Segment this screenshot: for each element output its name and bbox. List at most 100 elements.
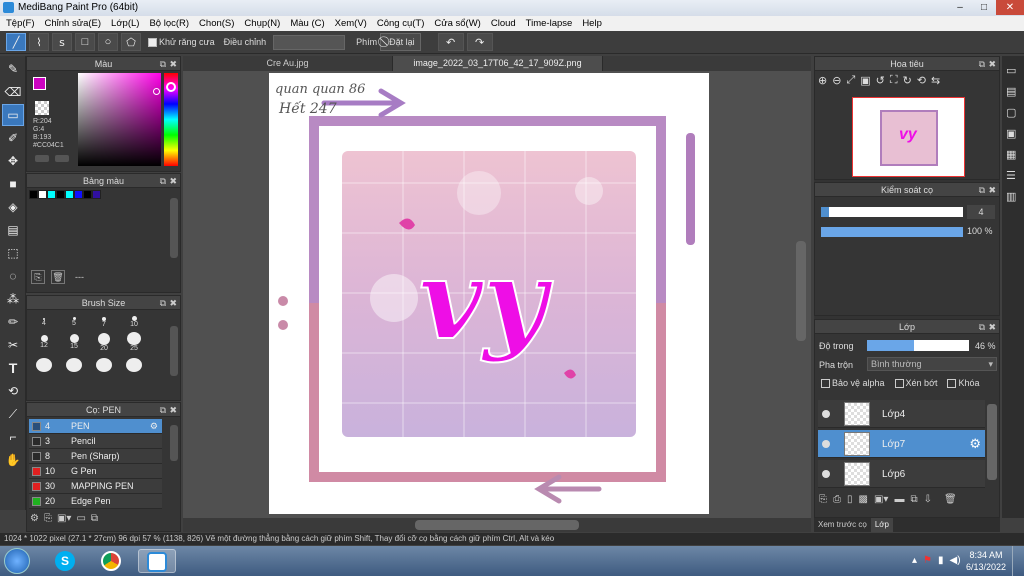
brush-list-item[interactable]: 20 Edge Pen [29, 494, 162, 509]
copy-icon[interactable]: ⧉ [91, 513, 98, 524]
brush-size-slider[interactable] [821, 207, 963, 217]
canvas-document[interactable]: vy quan quan 86 Hết 247 [269, 73, 709, 514]
popout-icon[interactable]: ⧉ [979, 183, 985, 197]
select-eraser-tool[interactable]: ✂ [3, 335, 23, 355]
new-layer-8bit-icon[interactable]: ⎙ [833, 494, 841, 505]
copy-layer-icon[interactable]: ⧉ [910, 494, 917, 505]
grid-icon[interactable]: ▦ [1006, 148, 1020, 161]
text-tool[interactable]: T [3, 358, 23, 378]
zoom-out-icon[interactable]: ⊖ [832, 74, 841, 87]
maximize-button[interactable]: □ [972, 0, 996, 15]
delete-layer-icon[interactable]: 🗑 [944, 494, 957, 505]
color-wheel-button[interactable] [55, 155, 69, 162]
new-layer-1bit-icon[interactable]: ▯ [847, 494, 853, 505]
brush-size-cell[interactable] [89, 352, 119, 372]
panel-toggle-icon[interactable]: ▭ [1006, 64, 1020, 77]
delete-palette-button[interactable]: 🗑 [51, 270, 65, 284]
bucket-tool[interactable]: ◈ [3, 197, 23, 217]
actual-size-icon[interactable]: ▣ [860, 74, 870, 87]
palette-swatch[interactable] [38, 190, 47, 199]
close-icon[interactable]: ✖ [169, 296, 177, 310]
protect-alpha-checkbox[interactable]: Bảo vệ alpha [821, 378, 885, 389]
brush-settings-icon[interactable]: ⚙ [30, 513, 39, 524]
new-brush-icon[interactable]: ⎘ [44, 513, 52, 524]
tray-arrow-icon[interactable]: ▴ [912, 555, 917, 566]
brush-size-cell[interactable]: 4 [29, 312, 59, 332]
popout-icon[interactable]: ⧉ [979, 57, 985, 71]
canvas-horizontal-scrollbar[interactable] [415, 520, 579, 530]
hue-cursor[interactable] [166, 82, 176, 92]
brush-size-cell[interactable] [29, 352, 59, 372]
brush-list-item[interactable]: 30 MAPPING PEN [29, 479, 162, 494]
palette-swatch[interactable] [65, 190, 74, 199]
menu-file[interactable]: Tệp(F) [6, 18, 35, 29]
curve-button[interactable]: ꜱ [52, 33, 72, 51]
menu-edit[interactable]: Chỉnh sửa(E) [45, 18, 102, 29]
popout-icon[interactable]: ⧉ [979, 320, 985, 334]
brush-size-cell[interactable]: 7 [89, 312, 119, 332]
brush-size-scrollbar[interactable] [170, 326, 178, 376]
brush-size-value[interactable]: 4 [967, 205, 995, 219]
layer-scrollbar[interactable] [987, 404, 997, 480]
magic-wand-tool[interactable]: ⁂ [3, 289, 23, 309]
add-brush-icon[interactable]: ▣▾ [57, 513, 71, 524]
new-layer-icon[interactable]: ⎘ [819, 494, 827, 505]
zoom-in-icon[interactable]: ⊕ [818, 74, 827, 87]
palette-swatch[interactable] [47, 190, 56, 199]
taskbar-chrome[interactable] [92, 549, 130, 573]
halftone-layer-icon[interactable]: ▩ [859, 494, 868, 505]
comment-icon[interactable]: ▢ [1006, 106, 1020, 119]
move-tool[interactable]: ✥ [3, 151, 23, 171]
folder-icon[interactable]: ▬ [894, 494, 904, 505]
tab-layer[interactable]: Lớp [870, 518, 893, 532]
close-icon[interactable]: ✖ [169, 403, 177, 417]
tray-network-icon[interactable]: ▮ [938, 555, 944, 566]
material-icon[interactable]: ▣ [1006, 127, 1020, 140]
polyline-button[interactable]: ⌇ [29, 33, 49, 51]
palette-scrollbar[interactable] [170, 198, 178, 258]
brush-list-item[interactable]: 8 Pen (Sharp) [29, 449, 162, 464]
menu-help[interactable]: Help [582, 18, 602, 29]
close-icon[interactable]: ✖ [169, 174, 177, 188]
menu-snap[interactable]: Chụp(N) [244, 18, 280, 29]
ellipse-button[interactable]: ○ [98, 33, 118, 51]
palette-swatch[interactable] [56, 190, 65, 199]
brush-size-cell[interactable]: 12 [29, 332, 59, 352]
eraser-tool[interactable]: ⌫ [3, 82, 23, 102]
menu-filter[interactable]: Bộ lọc(R) [149, 18, 189, 29]
brush-size-cell[interactable]: 10 [119, 312, 149, 332]
brush-size-cell[interactable]: 25 [119, 332, 149, 352]
palette-swatch[interactable] [74, 190, 83, 199]
brush-opacity-slider[interactable] [821, 227, 963, 237]
clock[interactable]: 8:34 AM 6/13/2022 [966, 549, 1006, 573]
close-icon[interactable]: ✖ [988, 57, 996, 71]
minimize-button[interactable]: – [948, 0, 972, 15]
gear-icon[interactable]: ⚙ [969, 436, 981, 452]
menu-layer[interactable]: Lớp(L) [111, 18, 139, 29]
transparent-swatch[interactable] [35, 101, 49, 115]
brush-size-cell[interactable]: 20 [89, 332, 119, 352]
layer-row[interactable]: Lớp6 [818, 460, 985, 488]
popout-icon[interactable]: ⧉ [160, 296, 166, 310]
tab-brush-preview[interactable]: Xem trước cọ [814, 518, 871, 532]
brush-list-item[interactable]: 10 G Pen [29, 464, 162, 479]
menu-view[interactable]: Xem(V) [335, 18, 367, 29]
hand-tool[interactable]: ✋ [3, 450, 23, 470]
select-tool[interactable]: ⬚ [3, 243, 23, 263]
clip-checkbox[interactable]: Xén bớt [894, 378, 937, 389]
divide-tool[interactable]: ⟋ [3, 404, 23, 424]
palette-swatch[interactable] [83, 190, 92, 199]
brush-list-item[interactable]: 3 Pencil [29, 434, 162, 449]
start-button[interactable] [4, 548, 30, 574]
fill-rect-tool[interactable]: ■ [3, 174, 23, 194]
brush-size-cell[interactable]: 5 [59, 312, 89, 332]
menu-window[interactable]: Cửa sổ(W) [434, 18, 480, 29]
close-icon[interactable]: ✖ [988, 320, 996, 334]
line-tool-button[interactable]: ╱ [6, 33, 26, 51]
redo-button[interactable]: ↷ [466, 33, 493, 51]
close-button[interactable]: ✕ [996, 0, 1024, 15]
reset-button[interactable]: ⃠Đặt lại [380, 33, 421, 51]
antialias-checkbox[interactable]: Khử răng cưa [148, 37, 215, 48]
adjust-dropdown[interactable] [273, 34, 346, 50]
popout-icon[interactable]: ⧉ [160, 174, 166, 188]
